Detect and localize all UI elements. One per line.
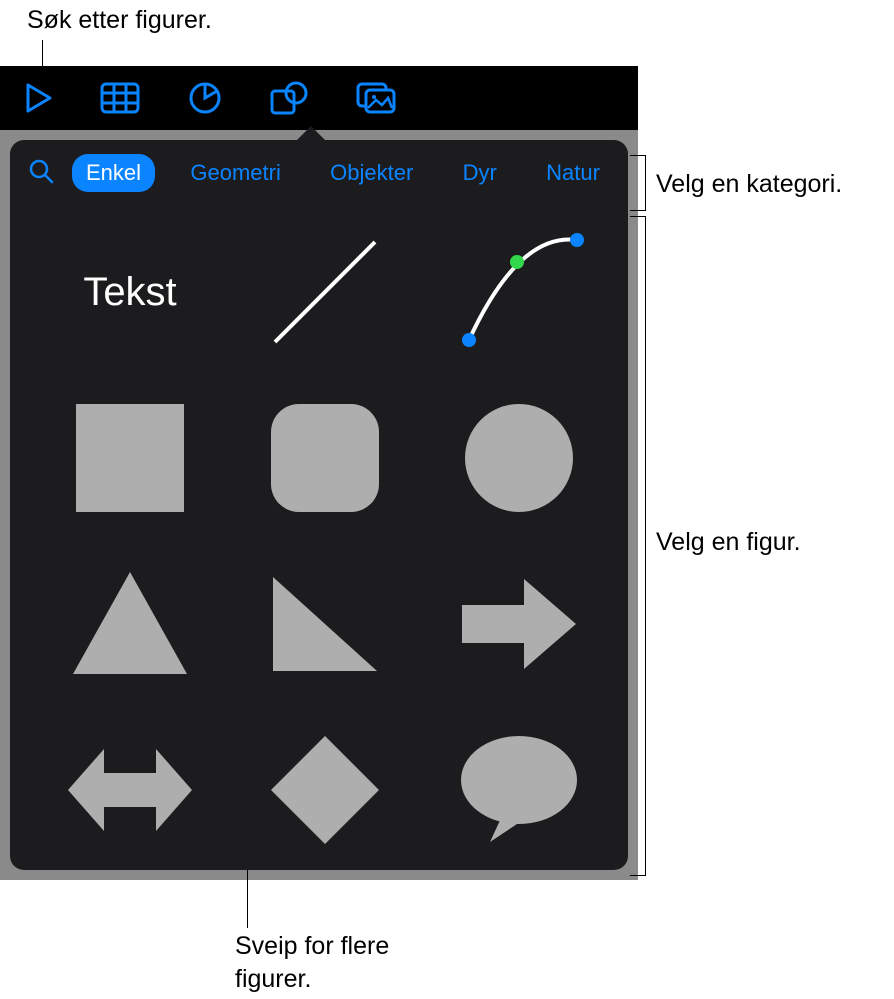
callout-shape: Velg en figur. <box>656 528 801 557</box>
category-tabs: Enkel Geometri Objekter Dyr Natur <box>72 154 614 192</box>
shape-text[interactable]: Tekst <box>60 222 200 362</box>
callout-search: Søk etter figurer. <box>27 6 212 35</box>
category-row: Enkel Geometri Objekter Dyr Natur <box>10 140 628 206</box>
shapes-icon[interactable] <box>270 81 308 115</box>
tab-geometri[interactable]: Geometri <box>176 154 294 192</box>
tab-enkel[interactable]: Enkel <box>72 154 155 192</box>
shapes-grid[interactable]: Tekst <box>10 206 628 870</box>
shape-speech-bubble[interactable] <box>449 720 589 860</box>
shape-curve[interactable] <box>449 222 589 362</box>
shape-arrow-right[interactable] <box>449 554 589 694</box>
shape-double-arrow[interactable] <box>60 720 200 860</box>
shapes-popover: Enkel Geometri Objekter Dyr Natur Tekst <box>10 140 628 870</box>
table-icon[interactable] <box>100 82 140 114</box>
shape-right-triangle[interactable] <box>255 554 395 694</box>
callout-swipe: Sveip for flere figurer. <box>235 930 389 995</box>
tab-objekter[interactable]: Objekter <box>316 154 427 192</box>
bracket-shape <box>630 216 646 876</box>
bracket-category <box>630 155 646 211</box>
callout-line-bottom <box>247 870 248 928</box>
play-icon[interactable] <box>26 83 52 113</box>
shape-triangle[interactable] <box>60 554 200 694</box>
tab-natur[interactable]: Natur <box>532 154 614 192</box>
shape-circle[interactable] <box>449 388 589 528</box>
search-icon[interactable] <box>28 158 54 189</box>
media-icon[interactable] <box>356 82 396 114</box>
chart-icon[interactable] <box>188 81 222 115</box>
shape-diamond[interactable] <box>255 720 395 860</box>
shape-line[interactable] <box>255 222 395 362</box>
toolbar <box>0 66 638 130</box>
tab-dyr[interactable]: Dyr <box>449 154 511 192</box>
popover-arrow <box>295 126 327 142</box>
shape-square[interactable] <box>60 388 200 528</box>
shape-rounded-square[interactable] <box>255 388 395 528</box>
callout-category: Velg en kategori. <box>656 170 842 199</box>
